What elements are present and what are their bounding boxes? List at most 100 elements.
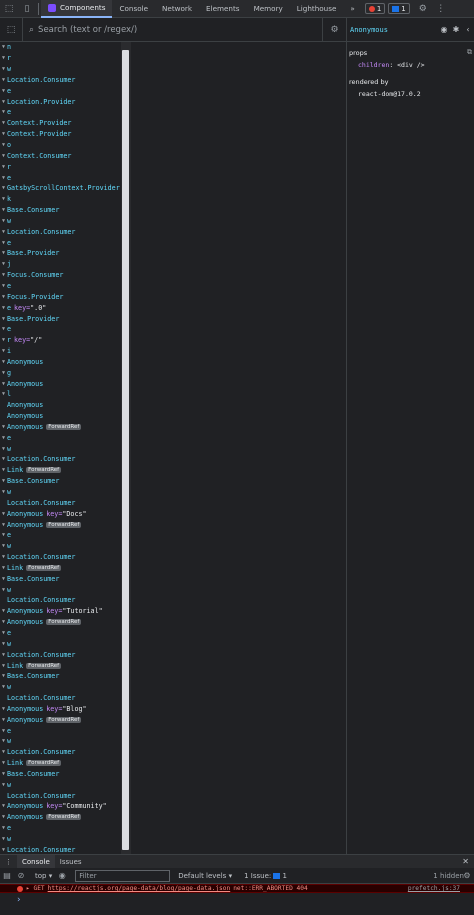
issues-button[interactable]: 1 Issue: 1 [244, 872, 287, 880]
drawer-menu-icon[interactable]: ⋮ [0, 855, 17, 869]
tree-row[interactable]: ▼ Link ForwardRef [0, 660, 131, 671]
expand-arrow-icon[interactable]: ▼ [0, 554, 7, 560]
tree-row[interactable]: ▼ r key="/" [0, 335, 131, 346]
tab-elements[interactable]: Elements [199, 0, 247, 18]
expand-arrow-icon[interactable]: ▼ [0, 131, 7, 137]
tree-row[interactable]: ▼ l [0, 389, 131, 400]
expand-arrow-icon[interactable]: ▼ [0, 326, 7, 332]
tree-row[interactable]: ▼ Anonymous [0, 356, 131, 367]
expand-arrow-icon[interactable]: ▼ [0, 511, 7, 517]
expand-arrow-icon[interactable]: ▼ [0, 391, 7, 397]
tree-row[interactable]: ▼ i [0, 346, 131, 357]
log-levels-dropdown[interactable]: Default levels ▾ [178, 872, 232, 880]
expand-arrow-icon[interactable]: ▼ [0, 207, 7, 213]
expand-arrow-icon[interactable]: ▼ [0, 717, 7, 723]
expand-arrow-icon[interactable]: ▼ [0, 825, 7, 831]
expand-arrow-icon[interactable]: ▼ [0, 532, 7, 538]
tree-row[interactable]: ▼ Anonymous key="Blog" [0, 703, 131, 714]
tree-row[interactable]: ▼ Anonymous ForwardRef [0, 617, 131, 628]
expand-arrow-icon[interactable]: ▼ [0, 522, 7, 528]
tree-row[interactable]: ▼ r [0, 53, 131, 64]
tree-row[interactable]: ▼ e [0, 324, 131, 335]
tree-row[interactable]: ▼ Location.Consumer [0, 226, 131, 237]
tree-row[interactable]: ▼ Anonymous key="Community" [0, 801, 131, 812]
expand-arrow-icon[interactable]: ▼ [0, 435, 7, 441]
expand-arrow-icon[interactable]: ▼ [0, 749, 7, 755]
tab-components[interactable]: Components [41, 0, 113, 18]
tree-row[interactable]: ▼ w [0, 638, 131, 649]
error-source-link[interactable]: prefetch.js:37 [408, 885, 460, 892]
drawer-tab-issues[interactable]: Issues [55, 855, 87, 869]
tree-row[interactable]: ▼ Base.Consumer [0, 769, 131, 780]
expand-arrow-icon[interactable]: ▼ [0, 814, 7, 820]
expand-arrow-icon[interactable]: ▼ [0, 240, 7, 246]
tree-row[interactable]: ▼ Anonymous key="Docs" [0, 508, 131, 519]
expand-arrow-icon[interactable]: ▼ [0, 565, 7, 571]
expand-arrow-icon[interactable]: ▼ [0, 294, 7, 300]
tree-row[interactable]: ▼ Link ForwardRef [0, 758, 131, 769]
tree-row[interactable]: ▼ e [0, 281, 131, 292]
tree-row[interactable]: ▼ o [0, 140, 131, 151]
expand-arrow-icon[interactable]: ▼ [0, 576, 7, 582]
tree-row[interactable]: Location.Consumer [0, 497, 131, 508]
tree-row[interactable]: ▼ Location.Consumer [0, 75, 131, 86]
expand-arrow-icon[interactable]: ▼ [0, 88, 7, 94]
expand-arrow-icon[interactable]: ▼ [0, 467, 7, 473]
tree-row[interactable]: ▼ Link ForwardRef [0, 563, 131, 574]
device-toolbar-icon[interactable]: ▯ [18, 0, 36, 18]
tree-row[interactable]: ▼ e [0, 725, 131, 736]
tree-row[interactable]: ▼ Location.Provider [0, 96, 131, 107]
tree-row[interactable]: ▼ Base.Provider [0, 248, 131, 259]
expand-arrow-icon[interactable]: ▸ [26, 885, 30, 892]
tree-row[interactable]: ▼ Anonymous ForwardRef [0, 422, 131, 433]
tree-row[interactable]: ▼ Location.Consumer [0, 747, 131, 758]
tree-row[interactable]: ▼ Base.Consumer [0, 573, 131, 584]
tree-row[interactable]: ▼ Anonymous key="Tutorial" [0, 606, 131, 617]
expand-arrow-icon[interactable]: ▼ [0, 381, 7, 387]
expand-arrow-icon[interactable]: ▼ [0, 847, 7, 853]
expand-arrow-icon[interactable]: ▼ [0, 803, 7, 809]
tree-row[interactable]: ▼ w [0, 834, 131, 845]
tree-row[interactable]: ▼ Anonymous ForwardRef [0, 714, 131, 725]
tree-row[interactable]: ▼ w [0, 487, 131, 498]
more-tabs-button[interactable]: » [343, 0, 361, 18]
expand-arrow-icon[interactable]: ▼ [0, 684, 7, 690]
tree-row[interactable]: ▼ k [0, 194, 131, 205]
expand-arrow-icon[interactable]: ▼ [0, 652, 7, 658]
expand-arrow-icon[interactable]: ▼ [0, 261, 7, 267]
tree-row[interactable]: ▼ w [0, 443, 131, 454]
tree-row[interactable]: ▼ e [0, 85, 131, 96]
tree-row[interactable]: ▼ w [0, 541, 131, 552]
expand-arrow-icon[interactable]: ▼ [0, 706, 7, 712]
eye-icon[interactable]: ◉ [438, 25, 450, 34]
expand-arrow-icon[interactable]: ▼ [0, 185, 7, 191]
expand-arrow-icon[interactable]: ▼ [0, 663, 7, 669]
expand-arrow-icon[interactable]: ▼ [0, 782, 7, 788]
tree-row[interactable]: ▼ e [0, 237, 131, 248]
tree-row[interactable]: ▼ e [0, 432, 131, 443]
expand-arrow-icon[interactable]: ▼ [0, 142, 7, 148]
tree-row[interactable]: ▼ e [0, 530, 131, 541]
tree-row[interactable]: ▼ e [0, 628, 131, 639]
expand-arrow-icon[interactable]: ▼ [0, 608, 7, 614]
tree-row[interactable]: Anonymous [0, 411, 131, 422]
tab-memory[interactable]: Memory [247, 0, 290, 18]
tree-row[interactable]: ▼ e [0, 823, 131, 834]
tree-row[interactable]: ▼ e [0, 172, 131, 183]
close-drawer-icon[interactable]: ✕ [462, 857, 469, 866]
tree-row[interactable]: ▼ Base.Consumer [0, 671, 131, 682]
tree-row[interactable]: ▼ Location.Consumer [0, 552, 131, 563]
expand-arrow-icon[interactable]: ▼ [0, 641, 7, 647]
expand-arrow-icon[interactable]: ▼ [0, 272, 7, 278]
expand-arrow-icon[interactable]: ▼ [0, 164, 7, 170]
select-element-icon[interactable]: ⬚ [0, 18, 22, 42]
kebab-menu-icon[interactable]: ⋮ [432, 0, 450, 18]
copy-props-icon[interactable]: ⧉ [467, 48, 472, 57]
tree-row[interactable]: ▼ Anonymous ForwardRef [0, 519, 131, 530]
expand-arrow-icon[interactable]: ▼ [0, 738, 7, 744]
expand-arrow-icon[interactable]: ▼ [0, 305, 7, 311]
tree-row[interactable]: ▼ Location.Consumer [0, 454, 131, 465]
tab-network[interactable]: Network [155, 0, 199, 18]
settings-gear-icon[interactable]: ⚙ [414, 0, 432, 18]
tree-row[interactable]: ▼ Context.Consumer [0, 150, 131, 161]
